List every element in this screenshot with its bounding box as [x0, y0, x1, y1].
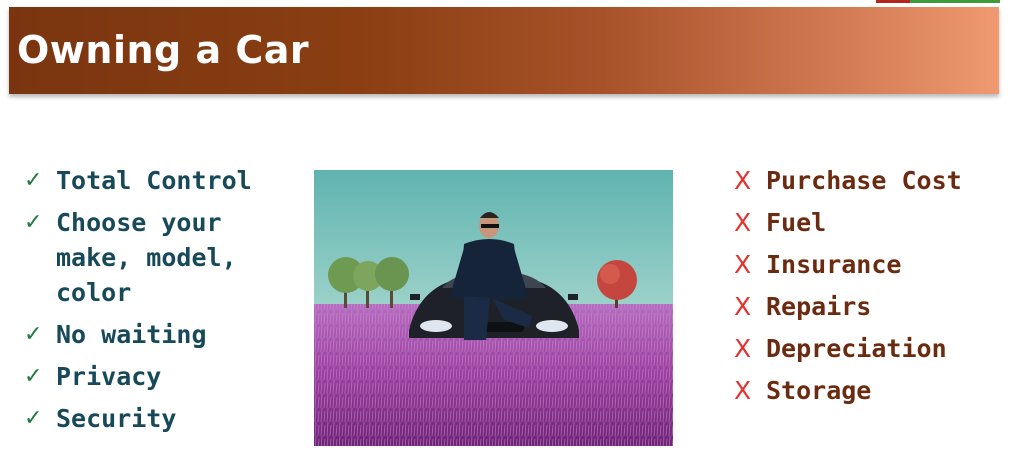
pro-item-line: color — [56, 278, 132, 307]
pro-item-text: Privacy — [56, 362, 162, 391]
corner-logo-mark — [876, 0, 1000, 3]
pro-item: ✓ Choose your make, model, color — [24, 205, 284, 310]
con-item: X Insurance — [734, 247, 1014, 282]
pro-item-text: No waiting — [56, 320, 207, 349]
con-item-text: Depreciation — [766, 334, 947, 363]
check-icon: ✓ — [24, 364, 43, 389]
check-icon: ✓ — [24, 406, 43, 431]
con-item-text: Repairs — [766, 292, 872, 321]
pro-item-line: Choose your — [56, 208, 222, 237]
con-item: X Storage — [734, 373, 1014, 408]
con-item: X Fuel — [734, 205, 1014, 240]
pro-item: ✓ No waiting — [24, 317, 284, 352]
check-icon: ✓ — [24, 322, 43, 347]
car-photo — [314, 170, 673, 446]
check-icon: ✓ — [24, 168, 43, 193]
x-icon: X — [734, 376, 752, 405]
x-icon: X — [734, 208, 752, 237]
pro-item: ✓ Privacy — [24, 359, 284, 394]
con-item-text: Purchase Cost — [766, 166, 962, 195]
pro-item: ✓ Security — [24, 401, 284, 436]
pro-item-text: Security — [56, 404, 177, 433]
corner-logo-green — [910, 0, 1000, 3]
con-item: X Purchase Cost — [734, 163, 1014, 198]
pro-item-text: Choose your make, model, color — [56, 205, 237, 310]
title-bar: Owning a Car — [9, 7, 999, 94]
pro-item: ✓ Total Control — [24, 163, 284, 198]
x-icon: X — [734, 334, 752, 363]
pro-item-text: Total Control — [56, 166, 252, 195]
con-item-text: Storage — [766, 376, 872, 405]
con-item-text: Fuel — [766, 208, 827, 237]
x-icon: X — [734, 166, 752, 195]
con-item-text: Insurance — [766, 250, 902, 279]
x-icon: X — [734, 250, 752, 279]
con-item: X Depreciation — [734, 331, 1014, 366]
corner-logo-red — [876, 0, 910, 3]
pros-list: ✓ Total Control ✓ Choose your make, mode… — [24, 163, 284, 443]
car-photo-illustration — [314, 170, 673, 446]
check-icon: ✓ — [24, 210, 43, 235]
con-item: X Repairs — [734, 289, 1014, 324]
slide-title: Owning a Car — [17, 28, 310, 72]
cons-list: X Purchase Cost X Fuel X Insurance X Rep… — [734, 163, 1014, 415]
pro-item-line: make, model, — [56, 243, 237, 272]
x-icon: X — [734, 292, 752, 321]
